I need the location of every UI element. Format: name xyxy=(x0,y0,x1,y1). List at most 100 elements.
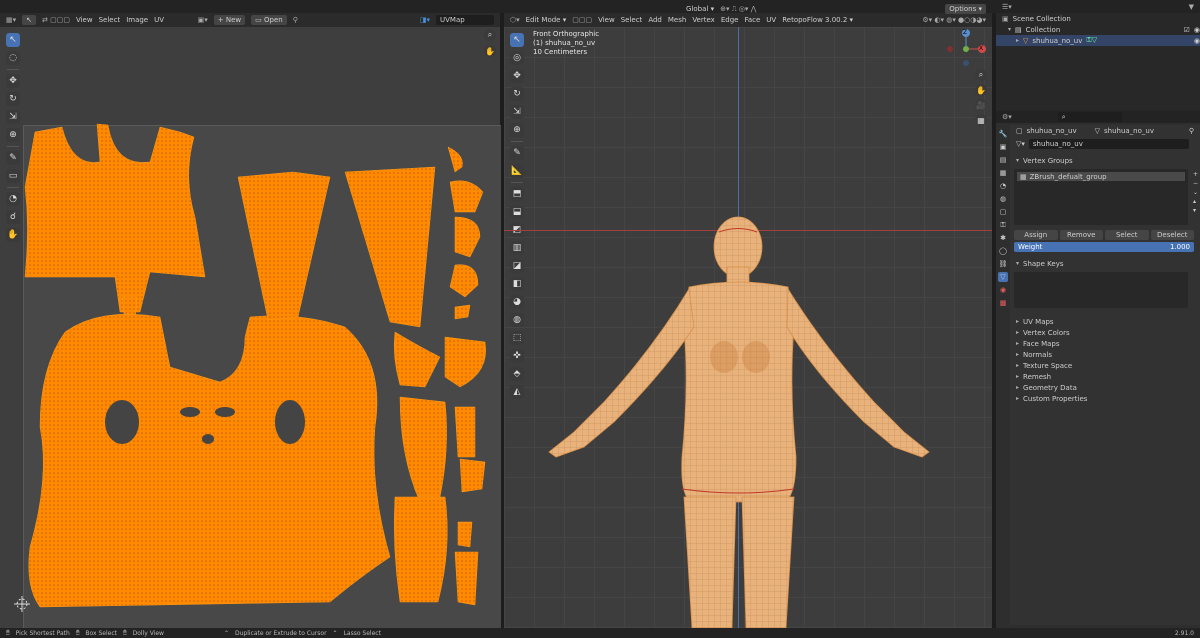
output-tab-icon[interactable]: ▤ xyxy=(998,155,1008,165)
mesh-icon: ▽ xyxy=(1094,127,1100,135)
viewport-3d[interactable]: ↖ ◎ ✥ ↻ ⇲ ⊕ ✎ 📐 ⬒ ⬓ ◩ ▥ ◪ ◧ ◕ ◍ ⬚ ✜ ⬘ ◭ … xyxy=(504,27,992,628)
editor-type-icon[interactable]: ▦▾ xyxy=(6,16,16,24)
expand-icon[interactable]: ▾ xyxy=(1008,26,1011,33)
remove-button[interactable]: Remove xyxy=(1059,230,1103,240)
vertex-groups-list[interactable]: ▦ ZBrush_defualt_group + − ⌄ ▴ ▾ xyxy=(1014,169,1198,225)
remove-icon[interactable]: − xyxy=(1193,180,1198,187)
vertex-groups-panel-header[interactable]: ▾ Vertex Groups xyxy=(1010,154,1200,167)
new-image-button[interactable]: + New xyxy=(213,15,246,25)
breadcrumb-object: shuhua_no_uv xyxy=(1026,127,1077,135)
constraints-tab-icon[interactable]: ⛓ xyxy=(998,259,1008,269)
options-button[interactable]: Options ▾ xyxy=(945,4,986,14)
select-mode-icons[interactable]: ▢▢▢ xyxy=(572,16,592,24)
viewport-shading-icons[interactable]: ⚙▾ ◐▾ ◍▾ ●○◑◕▾ xyxy=(922,16,986,24)
breadcrumb-mesh: shuhua_no_uv xyxy=(1104,127,1154,135)
select-mode-icon[interactable]: ↖ xyxy=(22,15,37,25)
expand-icon[interactable]: ▾ xyxy=(1016,260,1019,267)
vp-menu-view[interactable]: View xyxy=(598,16,615,24)
vp-menu-mesh[interactable]: Mesh xyxy=(668,16,686,24)
weight-label: Weight xyxy=(1018,243,1043,251)
outliner-editor-icon[interactable]: ☰▾ xyxy=(1002,3,1012,11)
vp-menu-edge[interactable]: Edge xyxy=(721,16,739,24)
vp-menu-uv[interactable]: UV xyxy=(766,16,776,24)
expand-icon[interactable]: ▸ xyxy=(1016,37,1019,44)
ctrl-icon: ⌃ xyxy=(223,629,229,637)
mode-dropdown[interactable]: Edit Mode ▾ xyxy=(526,16,567,24)
vp-menu-face[interactable]: Face xyxy=(744,16,760,24)
render-tab-icon[interactable]: ▣ xyxy=(998,142,1008,152)
uv-menu-uv[interactable]: UV xyxy=(154,16,164,24)
uvmap-icon: ◨▾ xyxy=(419,16,430,24)
panel-vertex-colors[interactable]: ▸ Vertex Colors xyxy=(1010,327,1200,338)
editor-type-icon[interactable]: ⬡▾ xyxy=(510,16,520,24)
object-row[interactable]: ▸ ▽ shuhua_no_uv ⚿▽ ◉ xyxy=(996,35,1200,46)
physics-tab-icon[interactable]: ◯ xyxy=(998,246,1008,256)
properties-editor-icon[interactable]: ⚙▾ xyxy=(1002,113,1012,121)
properties-search-field[interactable]: ⌕ xyxy=(1057,112,1122,122)
uv-islands xyxy=(14,123,486,612)
panel-geometry-data[interactable]: ▸ Geometry Data xyxy=(1010,382,1200,393)
collection-row[interactable]: ▾ ▤ Collection ☑ ◉ xyxy=(996,24,1200,35)
down-icon[interactable]: ▾ xyxy=(1193,207,1198,214)
vp-menu-vertex[interactable]: Vertex xyxy=(692,16,715,24)
view-layer-tab-icon[interactable]: ▦ xyxy=(998,168,1008,178)
image-browse-icon[interactable]: ▣▾ xyxy=(198,16,208,24)
uvmap-field[interactable]: UVMap xyxy=(436,15,494,25)
menu-icon[interactable]: ⌄ xyxy=(1193,189,1198,196)
uv-cursor xyxy=(14,596,30,612)
modifier-tab-icon[interactable]: ⚿ xyxy=(998,220,1008,230)
scene-collection-row[interactable]: ▣ Scene Collection xyxy=(996,13,1200,24)
panel-remesh[interactable]: ▸ Remesh xyxy=(1010,371,1200,382)
open-image-button[interactable]: ▭ Open xyxy=(251,15,287,25)
add-icon[interactable]: + xyxy=(1193,171,1198,178)
vp-menu-add[interactable]: Add xyxy=(648,16,662,24)
mesh-name-field[interactable]: shuhua_no_uv xyxy=(1028,139,1189,149)
particles-tab-icon[interactable]: ✱ xyxy=(998,233,1008,243)
world-tab-icon[interactable]: ◍ xyxy=(998,194,1008,204)
panel-face-maps[interactable]: ▸ Face Maps xyxy=(1010,338,1200,349)
select-button[interactable]: Select xyxy=(1105,230,1149,240)
vertex-group-item[interactable]: ▦ ZBrush_defualt_group xyxy=(1017,172,1185,181)
collection-icon: ▤ xyxy=(1015,25,1022,34)
scene-collection-label: Scene Collection xyxy=(1012,14,1071,23)
tool-tab-icon[interactable]: 🔧 xyxy=(998,129,1008,139)
assign-button[interactable]: Assign xyxy=(1014,230,1058,240)
uv-menu-select[interactable]: Select xyxy=(99,16,121,24)
shape-keys-list[interactable] xyxy=(1014,272,1188,308)
status-item-0: Pick Shortest Path xyxy=(15,629,70,637)
object-tab-icon[interactable]: ▢ xyxy=(998,207,1008,217)
uv-menu-image[interactable]: Image xyxy=(126,16,148,24)
filter-icon[interactable]: ▼ xyxy=(1189,3,1194,11)
modifier-icon: ⚿▽ xyxy=(1086,36,1098,44)
checkbox-icon[interactable]: ☑ xyxy=(1184,26,1190,34)
object-label: shuhua_no_uv xyxy=(1032,36,1083,45)
visibility-icon[interactable]: ◉ xyxy=(1194,26,1200,34)
panel-texture-space[interactable]: ▸ Texture Space xyxy=(1010,360,1200,371)
panel-uv-maps[interactable]: ▸ UV Maps xyxy=(1010,316,1200,327)
uv-menu-view[interactable]: View xyxy=(76,16,93,24)
data-tab-icon[interactable]: ▽ xyxy=(998,272,1008,282)
status-item-2: Dolly View xyxy=(132,629,164,637)
expand-icon[interactable]: ▾ xyxy=(1016,157,1019,164)
material-tab-icon[interactable]: ◉ xyxy=(998,285,1008,295)
mesh-name-row: ▽▾ shuhua_no_uv xyxy=(1010,137,1200,151)
uv-editor-header: ▦▾ ↖ ⇄ ▢▢▢ View Select Image UV ▣▾ + New… xyxy=(0,13,500,27)
shape-keys-panel-header[interactable]: ▾ Shape Keys xyxy=(1010,257,1200,270)
orientation-dropdown[interactable]: Global ▾ xyxy=(686,5,714,13)
uv-editor[interactable]: ↖ ◌ ✥ ↻ ⇲ ⊕ ✎ ▭ ◔ ☌ ✋ ⌕ ✋ xyxy=(0,27,501,630)
visibility-icon[interactable]: ◉ xyxy=(1194,37,1200,45)
vp-menu-select[interactable]: Select xyxy=(621,16,643,24)
mouse-middle-icon: 🖱 xyxy=(75,629,80,636)
panel-normals[interactable]: ▸ Normals xyxy=(1010,349,1200,360)
pin-icon[interactable]: ⚲ xyxy=(1189,127,1200,135)
deselect-button[interactable]: Deselect xyxy=(1150,230,1194,240)
scene-tab-icon[interactable]: ◔ xyxy=(998,181,1008,191)
retopoflow-button[interactable]: RetopoFlow 3.00.2 ▾ xyxy=(782,16,853,24)
uv-sync-icon[interactable]: ⇄ ▢▢▢ xyxy=(42,16,70,24)
snap-icons[interactable]: ⊕▾ ⎍ ◎▾ ⋀ xyxy=(720,5,756,14)
up-icon[interactable]: ▴ xyxy=(1193,198,1198,205)
panel-custom-properties[interactable]: ▸ Custom Properties xyxy=(1010,393,1200,404)
weight-slider[interactable]: Weight 1.000 xyxy=(1014,242,1194,252)
pin-icon[interactable]: ⚲ xyxy=(293,16,298,24)
texture-tab-icon[interactable]: ▩ xyxy=(998,298,1008,308)
